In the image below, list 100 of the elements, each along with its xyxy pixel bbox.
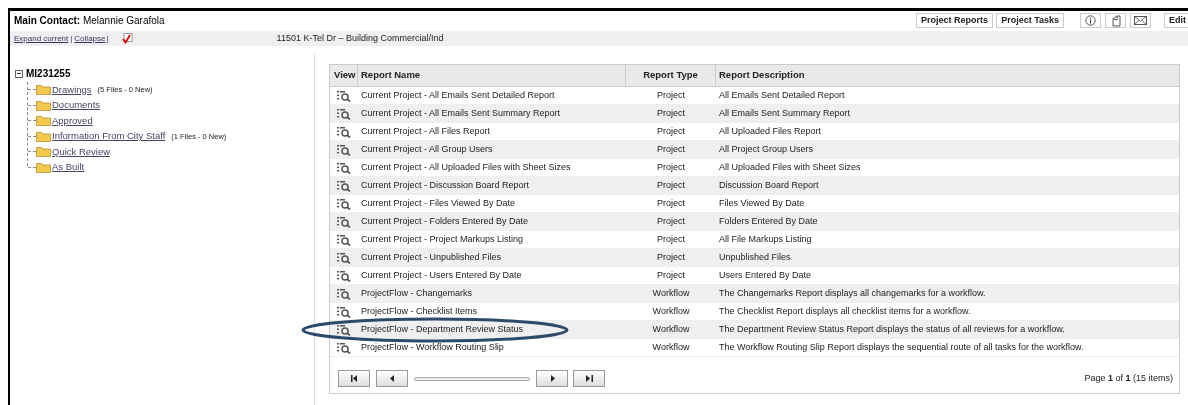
report-type: Project (657, 268, 685, 282)
report-description: All Uploaded Files Report (719, 125, 822, 136)
info-button[interactable] (1080, 13, 1101, 28)
report-type: Workflow (652, 322, 690, 336)
report-name: ProjectFlow - Changemarks (361, 287, 473, 298)
report-view-icon[interactable] (337, 341, 351, 354)
column-header[interactable]: View (330, 65, 358, 86)
folder-link[interactable]: Information From City Staff (52, 129, 166, 144)
report-view-icon[interactable] (337, 215, 351, 228)
report-description: All File Markups Listing (719, 233, 812, 244)
report-name: Current Project - Folders Entered By Date (361, 215, 529, 226)
last-page-button[interactable] (573, 370, 605, 387)
report-name: Current Project - Discussion Board Report (361, 179, 530, 190)
report-description: Folders Entered By Date (719, 215, 818, 226)
report-view-icon[interactable] (337, 305, 351, 318)
separator: | (106, 32, 109, 45)
report-name: ProjectFlow - Department Review Status (361, 323, 524, 334)
report-view-icon[interactable] (337, 143, 351, 156)
report-view-icon[interactable] (337, 323, 351, 336)
report-type: Project (657, 196, 685, 210)
folder-icon (36, 99, 51, 111)
report-type: Workflow (652, 304, 690, 318)
report-name: Current Project - Files Viewed By Date (361, 197, 515, 208)
report-view-icon[interactable] (337, 161, 351, 174)
report-description: The Department Review Status Report displays the status of all reviews for a workflow. (719, 323, 1065, 334)
report-type: Project (657, 124, 685, 138)
folder-icon (36, 161, 51, 173)
report-type: Project (657, 160, 685, 174)
report-description: The Checklist Report displays all checklist items for a workflow. (719, 305, 971, 316)
email-button[interactable] (1130, 13, 1151, 28)
column-header[interactable]: Report Type (626, 65, 716, 86)
report-description: Files Viewed By Date (719, 197, 805, 208)
previous-page-button[interactable] (376, 370, 408, 387)
next-icon (549, 375, 555, 382)
report-view-icon[interactable] (337, 89, 351, 102)
table-row[interactable]: ProjectFlow - Department Review Status Workflow The Department Review Status Report displays the status of all reviews for a workflow. (330, 321, 1179, 339)
last-page-icon (585, 375, 593, 382)
folder-icon (36, 115, 51, 127)
report-type: Workflow (652, 340, 690, 354)
previous-icon (389, 375, 395, 382)
report-type: Project (657, 232, 685, 246)
report-view-icon[interactable] (337, 269, 351, 282)
collapse-link[interactable]: Collapse (74, 32, 106, 45)
header-button[interactable]: Project Reports (916, 13, 994, 28)
report-view-icon[interactable] (337, 251, 351, 264)
page-summary: Page 1 of 1 (15 items) (1084, 371, 1173, 385)
report-name: Current Project - All Group Users (361, 143, 493, 154)
report-description: The Workflow Routing Slip Report displays the sequential route of all tasks for the workflow. (719, 341, 1084, 352)
table-row[interactable]: ProjectFlow - Changemarks Workflow The Changemarks Report displays all changemarks for a workflow. (330, 285, 1179, 303)
folder-link[interactable]: As Built (52, 160, 85, 175)
tree-root[interactable]: MI231255 (26, 66, 71, 81)
report-description: All Project Group Users (719, 143, 814, 154)
note-button[interactable] (1105, 13, 1126, 28)
report-description: Discussion Board Report (719, 179, 819, 190)
info-icon (1085, 15, 1096, 26)
column-header[interactable]: Report Name (358, 65, 626, 86)
report-description: All Emails Sent Summary Report (719, 107, 851, 118)
report-type: Project (657, 142, 685, 156)
report-type: Project (657, 88, 685, 102)
report-view-icon[interactable] (337, 107, 351, 120)
expand-link[interactable]: Expand current (14, 32, 69, 45)
table-row[interactable]: Current Project - All Emails Sent Summary Report Project All Emails Sent Summary Report (330, 105, 1179, 123)
report-view-icon[interactable] (337, 233, 351, 246)
report-view-icon[interactable] (337, 197, 351, 210)
report-name: Current Project - All Files Report (361, 125, 491, 136)
first-page-icon (350, 375, 358, 382)
table-row[interactable]: Current Project - Unpublished Files Project Unpublished Files (330, 249, 1179, 267)
table-row[interactable]: Current Project - Discussion Board Report Project Discussion Board Report (330, 177, 1179, 195)
report-description: The Changemarks Report displays all changemarks for a workflow. (719, 287, 986, 298)
report-name: Current Project - All Uploaded Files with Sheet Sizes (361, 161, 571, 172)
report-name: ProjectFlow - Checklist Items (361, 305, 478, 316)
table-row[interactable]: Current Project - All Group Users Project All Project Group Users (330, 141, 1179, 159)
report-description: Users Entered By Date (719, 269, 812, 280)
tree-toggle[interactable] (15, 69, 23, 78)
folder-icon (36, 130, 51, 142)
report-name: ProjectFlow - Workflow Routing Slip (361, 341, 504, 352)
report-description: All Uploaded Files with Sheet Sizes (719, 161, 861, 172)
report-type: Project (657, 250, 685, 264)
column-header[interactable]: Report Description (716, 65, 1179, 86)
report-type: Project (657, 106, 685, 120)
report-type: Project (657, 214, 685, 228)
first-page-button[interactable] (338, 370, 370, 387)
folder-link[interactable]: Quick Review (52, 144, 111, 159)
header-button[interactable]: Project Tasks (996, 13, 1064, 28)
folder-link[interactable]: Drawings (52, 82, 92, 97)
folder-icon (36, 84, 51, 96)
folder-icon (36, 146, 51, 158)
report-view-icon[interactable] (337, 125, 351, 138)
report-description: All Emails Sent Detailed Report (719, 89, 845, 100)
folder-link[interactable]: Documents (52, 98, 101, 113)
next-page-button[interactable] (536, 370, 568, 387)
report-view-icon[interactable] (337, 179, 351, 192)
report-type: Workflow (652, 286, 690, 300)
separator: | (70, 32, 73, 45)
report-name: Current Project - Unpublished Files (361, 251, 502, 262)
checkbox-tick-icon[interactable] (121, 33, 133, 44)
folder-link[interactable]: Approved (52, 113, 93, 128)
report-view-icon[interactable] (337, 287, 351, 300)
edit-button[interactable]: Edit (1164, 13, 1188, 28)
table-row[interactable]: Current Project - Folders Entered By Date Project Folders Entered By Date (330, 213, 1179, 231)
